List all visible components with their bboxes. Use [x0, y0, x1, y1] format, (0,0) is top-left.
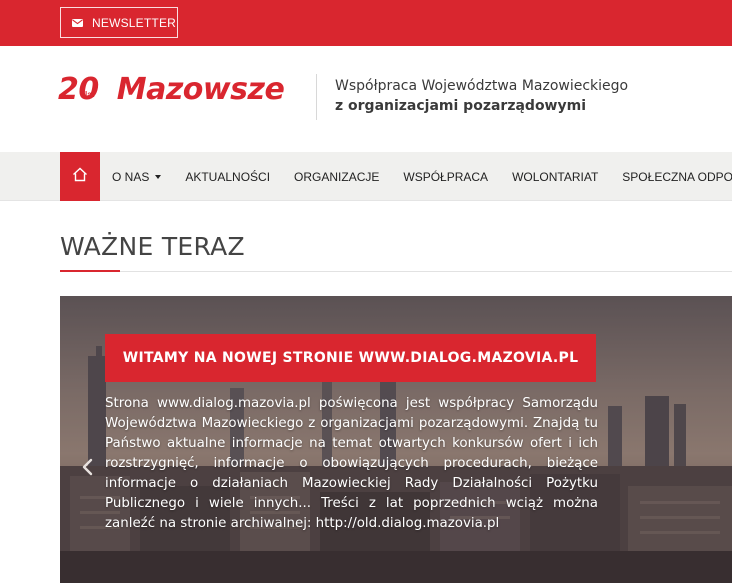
envelope-icon — [72, 18, 83, 27]
newsletter-button[interactable]: NEWSLETTER — [60, 7, 178, 38]
logo-lat: lat — [85, 90, 95, 99]
logo[interactable]: 20 Mazowsze lat — [58, 72, 304, 116]
nav-item-wolontariat[interactable]: WOLONTARIAT — [500, 170, 610, 184]
slide-title: WITAMY NA NOWEJ STRONIE WWW.DIALOG.MAZOV… — [122, 350, 579, 366]
slide-title-banner[interactable]: WITAMY NA NOWEJ STRONIE WWW.DIALOG.MAZOV… — [105, 334, 596, 382]
site-header: 20 Mazowsze lat Współpraca Województwa Ma… — [0, 46, 732, 152]
tagline-line1: Współpraca Województwa Mazowieckiego — [335, 78, 629, 94]
main-nav: O NAS AKTUALNOŚCI ORGANIZACJE WSPÓŁPRACA… — [0, 152, 732, 201]
section-divider — [60, 271, 732, 272]
header-divider — [316, 74, 317, 120]
nav-item-aktualnosci[interactable]: AKTUALNOŚCI — [173, 170, 282, 184]
home-icon — [72, 167, 88, 187]
nav-item-organizacje[interactable]: ORGANIZACJE — [282, 170, 391, 184]
site-tagline: Współpraca Województwa Mazowieckiego z o… — [335, 76, 628, 116]
top-bar: NEWSLETTER — [0, 0, 732, 46]
hero-slider: WITAMY NA NOWEJ STRONIE WWW.DIALOG.MAZOV… — [60, 296, 732, 583]
nav-item-o-nas[interactable]: O NAS — [100, 170, 173, 184]
caret-down-icon — [155, 174, 162, 179]
tagline-line2: z organizacjami pozarządowymi — [335, 98, 587, 114]
nav-item-wspolpraca[interactable]: WSPÓŁPRACA — [391, 170, 500, 184]
newsletter-label: NEWSLETTER — [92, 15, 177, 30]
chevron-left-icon — [78, 458, 98, 483]
nav-home-button[interactable] — [60, 152, 100, 201]
slide-text: Strona www.dialog.mazovia.pl poświęcona … — [105, 396, 598, 531]
section-accent-line — [60, 270, 120, 272]
section-title: WAŻNE TERAZ — [60, 232, 245, 261]
nav-items: O NAS AKTUALNOŚCI ORGANIZACJE WSPÓŁPRACA… — [100, 152, 732, 201]
slider-prev-button[interactable] — [78, 455, 98, 479]
nav-item-spoleczna-odpowiedzialnosc[interactable]: SPOŁECZNA ODPOWIED — [610, 170, 732, 184]
